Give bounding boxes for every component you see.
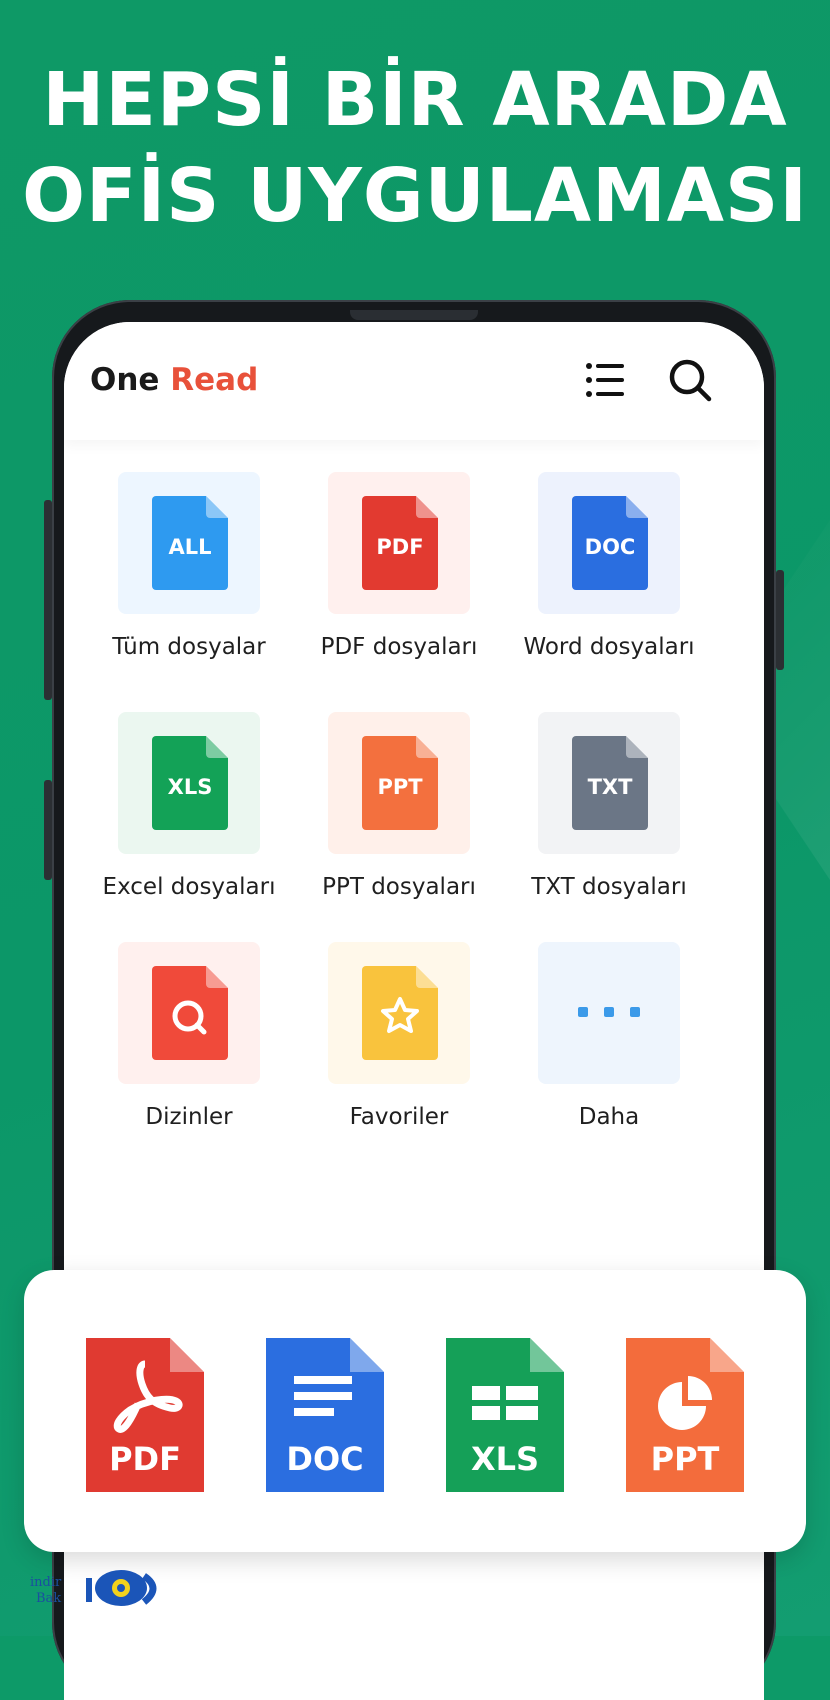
category-icon-box [538, 942, 680, 1084]
pdf-icon[interactable]: PDF [86, 1338, 204, 1492]
category-label: PPT dosyaları [322, 874, 476, 900]
app-title-part-1: One [90, 362, 160, 398]
category-label: Tüm dosyalar [112, 634, 266, 660]
promo-headline: HEPSİ BİR ARADA OFİS UYGULAMASI [0, 52, 830, 244]
more-dots-icon [578, 1007, 640, 1017]
file-badge-text: PDF [376, 535, 423, 559]
headline-line-2: OFİS UYGULAMASI [22, 153, 808, 239]
file-badge-text: TXT [588, 775, 634, 799]
category-icon-box: ALL [118, 472, 260, 614]
doc-file-icon: DOC [572, 496, 648, 590]
phone-side-button [44, 500, 52, 700]
phone-power-button [776, 570, 784, 670]
category-tile[interactable]: PDF PDF dosyaları [289, 472, 509, 660]
ppt-icon[interactable]: PPT [626, 1338, 744, 1492]
category-label: Dizinler [145, 1104, 233, 1130]
search-file-icon [152, 966, 228, 1060]
category-label: Word dosyaları [523, 634, 695, 660]
category-icon-box: PPT [328, 712, 470, 854]
doc-icon[interactable]: DOC [266, 1338, 384, 1492]
txt-file-icon: TXT [572, 736, 648, 830]
file-badge-text: DOC [585, 535, 636, 559]
app-bar: One Read [64, 322, 764, 440]
category-tile[interactable]: Dizinler [79, 942, 299, 1130]
category-tile[interactable]: ALL Tüm dosyalar [79, 472, 299, 660]
category-tile[interactable]: DOC Word dosyaları [499, 472, 719, 660]
category-icon-box: DOC [538, 472, 680, 614]
category-icon-box [118, 942, 260, 1084]
list-icon[interactable] [584, 358, 628, 402]
category-tile[interactable]: TXT TXT dosyaları [499, 712, 719, 900]
category-icon-box: TXT [538, 712, 680, 854]
category-tile[interactable]: Favoriler [289, 942, 509, 1130]
category-icon-box: PDF [328, 472, 470, 614]
file-badge-text: XLS [168, 775, 213, 799]
app-title-part-2: Read [170, 362, 259, 398]
category-label: Favoriler [349, 1104, 449, 1130]
pdf-file-icon: PDF [362, 496, 438, 590]
xls-file-icon: XLS [152, 736, 228, 830]
watermark-logo: indir Bak [30, 1570, 157, 1606]
star-file-icon [362, 966, 438, 1060]
xls-icon[interactable]: XLS [446, 1338, 564, 1492]
phone-side-button [44, 780, 52, 880]
category-label: Daha [578, 1104, 640, 1130]
category-tile[interactable]: PPT PPT dosyaları [289, 712, 509, 900]
phone-speaker [350, 310, 478, 320]
format-label: DOC [286, 1440, 363, 1478]
category-label: PDF dosyaları [320, 634, 478, 660]
file-badge-text: PPT [377, 775, 423, 799]
formats-card: PDF DOC XLS PPT [24, 1270, 806, 1552]
category-icon-box [328, 942, 470, 1084]
watermark-text-2: Bak [36, 1591, 61, 1606]
ppt-file-icon: PPT [362, 736, 438, 830]
category-label: Excel dosyaları [102, 874, 276, 900]
category-label: TXT dosyaları [531, 874, 687, 900]
format-label: PPT [651, 1440, 720, 1478]
all-file-icon: ALL [152, 496, 228, 590]
file-badge-text: ALL [168, 535, 211, 559]
category-tile[interactable]: Daha [499, 942, 719, 1130]
category-tile[interactable]: XLS Excel dosyaları [79, 712, 299, 900]
category-icon-box: XLS [118, 712, 260, 854]
search-icon[interactable] [668, 358, 712, 402]
format-label: PDF [109, 1440, 181, 1478]
app-title: One Read [90, 362, 258, 398]
watermark-text-1: indir [30, 1575, 62, 1590]
headline-line-1: HEPSİ BİR ARADA [42, 57, 788, 143]
format-label: XLS [471, 1440, 539, 1478]
